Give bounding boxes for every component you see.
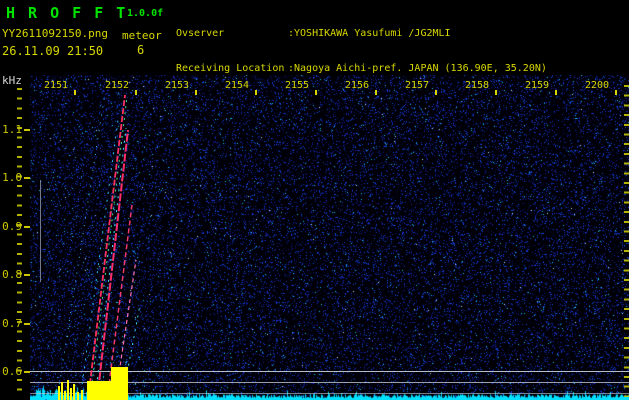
meteor-count: 6 [137,43,144,57]
tick-mark [435,90,437,95]
info-row-location: Receiving Location:Nagoya Aichi-pref. JA… [176,63,547,75]
freq-minor-ticks-right [624,85,629,397]
echo-trace [88,95,125,400]
hrofft-screen: H R O F F T 1.0.0f YY2611092150.png mete… [0,0,629,400]
tick-mark [255,90,257,95]
freq-tick-label: 0.8 [0,269,22,281]
tick-mark [555,90,557,95]
time-tick-label: 2157 [401,80,433,91]
echo-trace [67,170,102,400]
app-version: 1.0.0f [127,8,163,19]
time-tick-label: 2151 [40,80,72,91]
time-axis: 2151 2152 2153 2154 2155 2156 2157 2158 … [30,80,629,100]
tick-dash [24,323,30,325]
tick-mark [195,90,197,95]
mode-label: meteor [122,29,162,42]
time-tick-label: 2158 [461,80,493,91]
info-value: :YOSHIKAWA Yasufumi /JG2MLI [288,28,451,39]
tick-dash [24,274,30,276]
app-title: H R O F F T [6,4,127,22]
tick-dash [24,226,30,228]
time-tick-label: 2152 [101,80,133,91]
time-tick-label: 2200 [581,80,613,91]
time-tick-label: 2156 [341,80,373,91]
echo-trace [46,113,92,400]
info-label: Ovserver [176,28,288,40]
tick-mark [315,90,317,95]
freq-tick-label: 0.9 [0,221,22,233]
output-filename: YY2611092150.png [2,27,108,40]
freq-tick-label: 0.7 [0,318,22,330]
echo-trace [122,305,140,400]
time-tick-label: 2153 [161,80,193,91]
freq-axis: 1.1 1.0 0.9 0.8 0.7 0.6 [0,75,32,400]
time-tick-label: 2159 [521,80,553,91]
info-row-observer: Ovserver:YOSHIKAWA Yasufumi /JG2MLI [176,28,547,40]
tick-mark [615,90,617,95]
time-tick-label: 2155 [281,80,313,91]
tick-mark [375,90,377,95]
tick-mark [495,90,497,95]
info-value: :Nagoya Aichi-pref. JAPAN (136.90E, 35.2… [288,63,547,74]
observation-datetime: 26.11.09 21:50 [2,44,103,58]
freq-tick-label: 1.0 [0,172,22,184]
echo-trace [95,128,126,400]
tick-dash [24,371,30,373]
freq-tick-label: 1.1 [0,124,22,136]
tick-mark [135,90,137,95]
freq-tick-label: 0.6 [0,366,22,378]
time-tick-label: 2154 [221,80,253,91]
tick-mark [74,90,76,95]
info-label: Receiving Location [176,63,288,75]
echo-traces-layer [30,75,629,400]
echo-trace [57,93,105,400]
tick-dash [24,129,30,131]
tick-dash [24,177,30,179]
